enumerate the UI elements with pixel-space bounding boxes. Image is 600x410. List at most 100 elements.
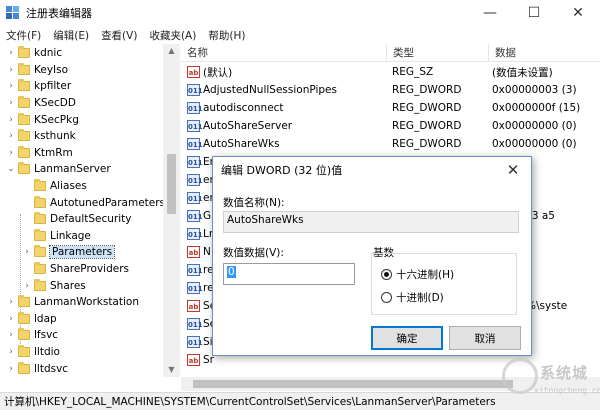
- tree-item-ksthunk[interactable]: › ksthunk: [6, 128, 76, 145]
- menu-edit[interactable]: 编辑(E): [47, 28, 95, 43]
- tree-item-label: ksthunk: [34, 130, 76, 143]
- value-data-text: 0: [227, 266, 236, 278]
- chevron-right-icon[interactable]: ›: [22, 281, 32, 291]
- tree-item-label: AutotunedParameters: [50, 196, 166, 209]
- folder-icon: [34, 179, 46, 192]
- chevron-right-icon[interactable]: ›: [22, 247, 32, 257]
- tree-item-ksecdd[interactable]: › KSecDD: [6, 95, 76, 112]
- tree-item-defaultsecurity[interactable]: DefaultSecurity: [22, 211, 131, 228]
- menu-favorites[interactable]: 收藏夹(A): [143, 28, 202, 43]
- binary-value-icon: 011: [187, 264, 203, 276]
- chevron-right-icon[interactable]: ›: [6, 330, 16, 340]
- folder-icon: [18, 311, 30, 324]
- value-name: AutoShareWks: [203, 138, 280, 150]
- tree-item-linkage[interactable]: Linkage: [22, 228, 91, 245]
- chevron-right-icon[interactable]: ›: [6, 48, 16, 58]
- chevron-down-icon[interactable]: ⌄: [6, 164, 16, 174]
- tree-item-label: LanmanWorkstation: [34, 296, 139, 309]
- scroll-up-arrow-icon[interactable]: ▲: [163, 44, 180, 58]
- tree-item-ktmrm[interactable]: › KtmRm: [6, 145, 73, 162]
- tree-item-autotunedparameters[interactable]: AutotunedParameters: [22, 194, 165, 211]
- value-data-label: 数值数据(V):: [223, 247, 284, 259]
- value-name-field[interactable]: AutoShareWks: [223, 211, 519, 233]
- tree-item-ldap[interactable]: › ldap: [6, 311, 57, 328]
- tree-item-label: kdnic: [34, 47, 63, 60]
- tree-item-lanmanserver[interactable]: ⌄ LanmanServer: [6, 161, 111, 178]
- tree-item-lltdsvc[interactable]: › lltdsvc: [6, 360, 68, 377]
- folder-icon: [18, 96, 30, 109]
- list-item[interactable]: 011 AdjustedNullSessionPipes REG_DWORD 0x00…: [181, 81, 600, 99]
- list-item[interactable]: 011 AutoShareWks REG_DWORD 0x00000000 (0): [181, 135, 600, 153]
- column-header-type[interactable]: 类型: [387, 44, 489, 61]
- menu-help[interactable]: 帮助(H): [202, 28, 251, 43]
- folder-icon: [18, 46, 30, 59]
- tree-item-kpfilter[interactable]: › kpfilter: [6, 78, 71, 95]
- value-type-cell: REG_DWORD: [392, 138, 462, 150]
- chevron-right-icon[interactable]: ›: [6, 364, 16, 374]
- chevron-right-icon[interactable]: ›: [6, 314, 16, 324]
- chevron-right-icon[interactable]: ›: [6, 347, 16, 357]
- value-data-cell: 0x00000000 (0): [492, 120, 577, 132]
- tree-item-keyiso[interactable]: › KeyIso: [6, 62, 68, 79]
- radio-checked-icon: [381, 269, 392, 280]
- value-data-cell: (数值未设置): [492, 66, 553, 79]
- scrollbar-thumb[interactable]: [167, 154, 176, 214]
- folder-icon: [18, 145, 30, 158]
- tree-item-lfsvc[interactable]: › lfsvc: [6, 327, 58, 344]
- value-name-cell: 011 AutoShareServer: [181, 120, 387, 132]
- tree-item-ksecpkg[interactable]: › KSecPkg: [6, 111, 79, 128]
- chevron-right-icon[interactable]: ›: [6, 297, 16, 307]
- minimize-button[interactable]: —: [468, 0, 512, 26]
- folder-icon: [18, 345, 30, 358]
- value-type-cell: REG_DWORD: [392, 102, 462, 114]
- list-item[interactable]: ab (默认) REG_SZ (数值未设置): [181, 63, 600, 81]
- value-name: (默认): [203, 66, 233, 79]
- value-name: AutoShareServer: [203, 120, 293, 132]
- scrollbar-thumb[interactable]: [193, 380, 513, 388]
- menu-view[interactable]: 查看(V): [95, 28, 143, 43]
- chevron-right-icon[interactable]: ›: [6, 98, 16, 108]
- tree-item-aliases[interactable]: Aliases: [22, 178, 87, 195]
- string-value-icon: ab: [187, 246, 200, 258]
- maximize-button[interactable]: ☐: [512, 0, 556, 26]
- scroll-down-arrow-icon[interactable]: ▼: [163, 363, 180, 377]
- ok-button[interactable]: 确定: [371, 326, 443, 350]
- radio-hexadecimal[interactable]: 十六进制(H): [381, 267, 454, 282]
- chevron-right-icon[interactable]: ›: [6, 115, 16, 125]
- folder-icon: [18, 129, 30, 142]
- menu-file[interactable]: 文件(F): [0, 28, 47, 43]
- window-controls: — ☐ ✕: [468, 0, 600, 26]
- list-item[interactable]: 011 autodisconnect REG_DWORD 0x0000000f (15…: [181, 99, 600, 117]
- binary-value-icon: 011: [187, 282, 203, 294]
- registry-tree[interactable]: › kdnic › KeyIso › kpfilter › KSecDD › K…: [0, 44, 180, 377]
- chevron-right-icon[interactable]: ›: [6, 148, 16, 158]
- tree-vertical-scrollbar[interactable]: ▲ ▼: [163, 44, 180, 377]
- close-button[interactable]: ✕: [556, 0, 600, 26]
- chevron-right-icon[interactable]: ›: [6, 65, 16, 75]
- folder-open-icon: [18, 162, 30, 175]
- column-header-data[interactable]: 数据: [489, 44, 600, 61]
- tree-item-parameters[interactable]: › Parameters: [22, 244, 116, 261]
- radio-decimal[interactable]: 十进制(D): [381, 290, 444, 305]
- value-name-cell: 011 AdjustedNullSessionPipes: [181, 84, 387, 96]
- binary-value-icon: 011: [187, 318, 203, 330]
- tree-item-kdnic[interactable]: › kdnic: [6, 45, 62, 62]
- tree-item-lltdio[interactable]: › lltdio: [6, 344, 60, 361]
- column-header-name[interactable]: 名称: [181, 44, 387, 61]
- tree-item-shareproviders[interactable]: ShareProviders: [22, 261, 129, 278]
- binary-value-icon: 011: [187, 138, 203, 150]
- cancel-button[interactable]: 取消: [449, 326, 521, 350]
- tree-item-label: KSecPkg: [34, 113, 79, 126]
- string-value-icon: ab: [187, 66, 200, 78]
- value-data-input[interactable]: 0: [223, 263, 355, 285]
- tree-item-lanmanworkstation[interactable]: › LanmanWorkstation: [6, 294, 139, 311]
- list-item[interactable]: 011 AutoShareServer REG_DWORD 0x00000000 (0…: [181, 117, 600, 135]
- regedit-app-icon: [6, 6, 20, 20]
- tree-item-label: KtmRm: [34, 146, 73, 159]
- value-data-cell: 0x00000000 (0): [492, 138, 577, 150]
- chevron-right-icon[interactable]: ›: [6, 81, 16, 91]
- tree-item-shares[interactable]: › Shares: [22, 277, 86, 294]
- dialog-close-icon[interactable]: ✕: [503, 160, 523, 180]
- chevron-right-icon[interactable]: ›: [6, 131, 16, 141]
- value-name-label: 数值名称(N):: [223, 197, 285, 209]
